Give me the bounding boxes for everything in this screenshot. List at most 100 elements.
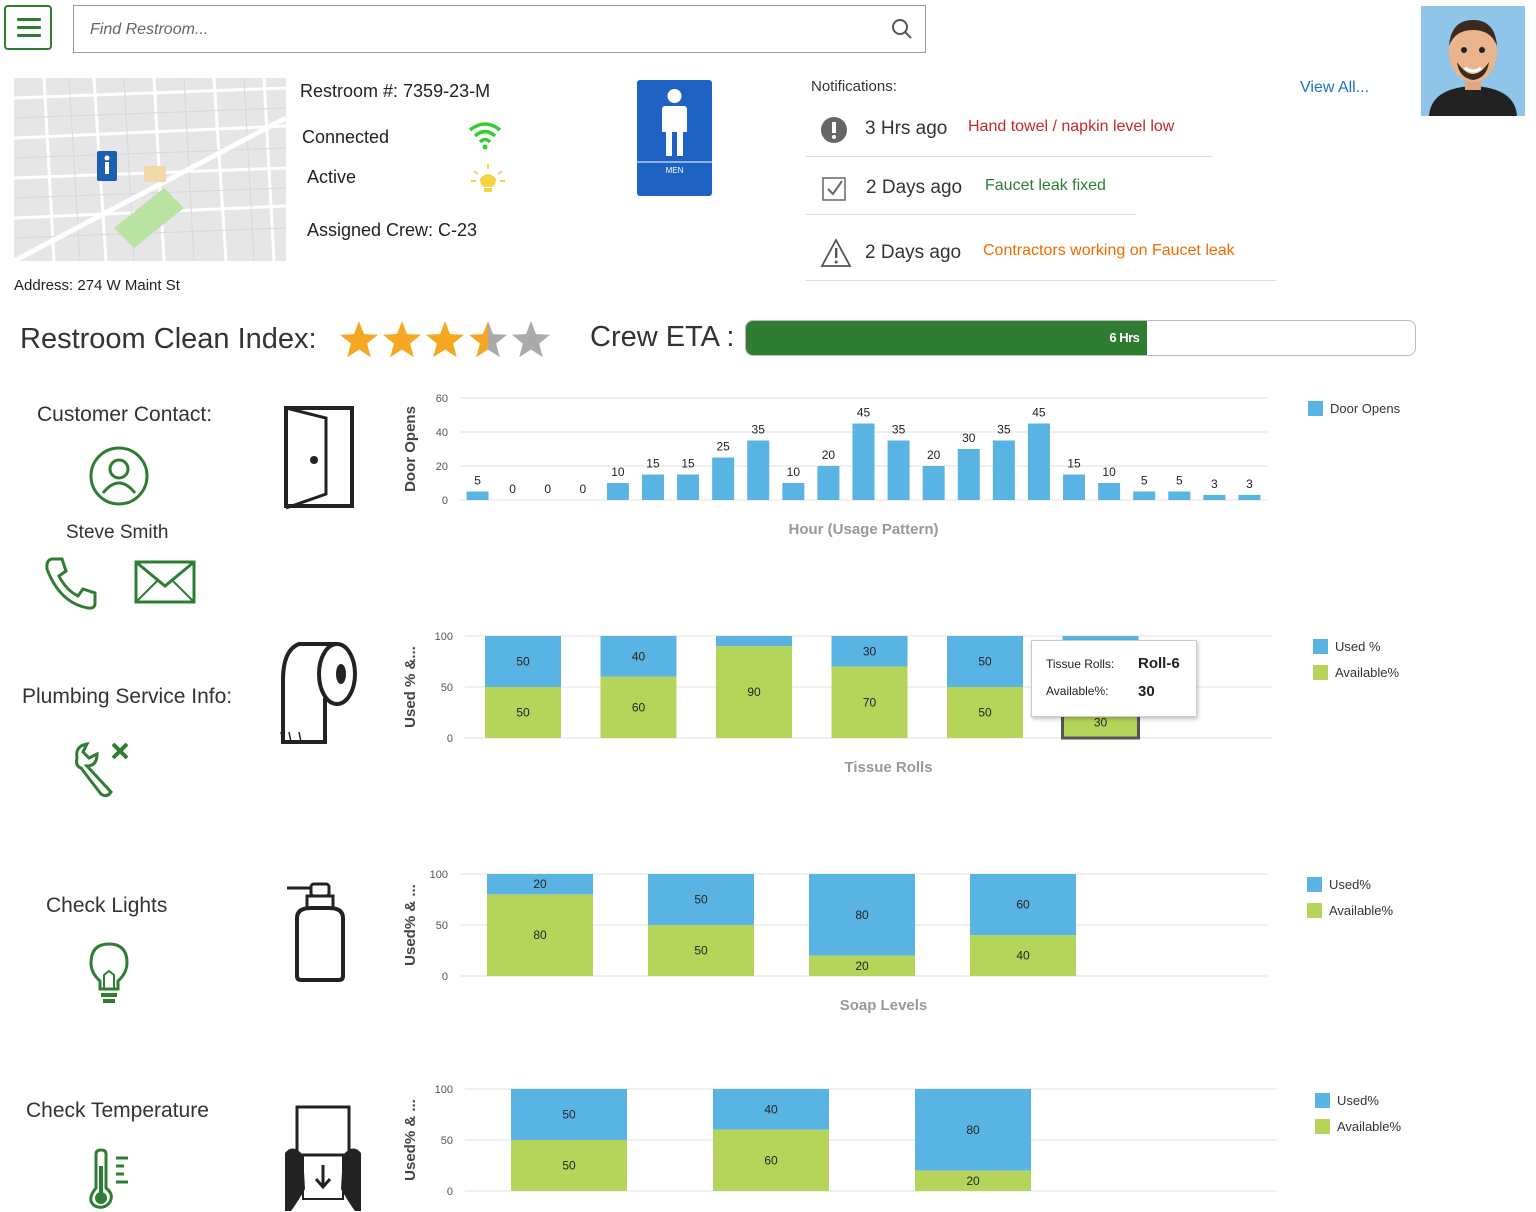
- bar[interactable]: [1238, 494, 1261, 500]
- legend-label[interactable]: Available%: [1337, 1119, 1402, 1134]
- notification-item[interactable]: 3 Hrs ago Hand towel / napkin level low: [806, 105, 1216, 157]
- used-value-label: 50: [978, 655, 992, 669]
- legend-swatch[interactable]: [1313, 639, 1328, 654]
- used-value-label: 80: [966, 1123, 980, 1137]
- thermometer-icon[interactable]: [84, 1148, 144, 1210]
- used-value-label: 50: [694, 893, 708, 907]
- available-value-label: 50: [978, 706, 992, 720]
- bar-value-label: 5: [1141, 474, 1148, 488]
- available-value-label: 20: [855, 959, 869, 973]
- bar[interactable]: [817, 466, 840, 500]
- star-icon: [383, 321, 421, 358]
- bar-value-label: 15: [646, 457, 660, 471]
- door-opens-chart: 0204060Door Opens 50 0 01015 152535102045352…: [402, 393, 1401, 538]
- bar-value-label: 30: [962, 431, 976, 445]
- bar[interactable]: [606, 483, 629, 500]
- y-axis-label: Used% & ...: [402, 884, 419, 966]
- crew-eta-label: Crew ETA :: [590, 321, 735, 353]
- clean-index-label: Restroom Clean Index:: [20, 323, 317, 355]
- active-bulb-icon: [471, 164, 505, 192]
- legend-label[interactable]: Used %: [1335, 639, 1381, 654]
- email-icon[interactable]: [134, 560, 196, 604]
- location-map[interactable]: [14, 78, 286, 261]
- available-value-label: 50: [562, 1159, 576, 1173]
- used-value-label: 50: [562, 1108, 576, 1122]
- lightbulb-icon[interactable]: [88, 941, 130, 1005]
- notifications-title: Notifications:: [811, 78, 897, 95]
- y-tick-label: 50: [436, 920, 448, 932]
- bar[interactable]: [1133, 491, 1156, 501]
- divider: [806, 156, 1213, 157]
- legend-swatch[interactable]: [1308, 401, 1323, 416]
- bar[interactable]: [712, 457, 735, 501]
- bar-value-label: 15: [681, 457, 695, 471]
- divider: [806, 214, 1136, 215]
- view-all-link[interactable]: View All...: [1300, 79, 1369, 97]
- door-icon: [284, 406, 354, 510]
- legend-label[interactable]: Used%: [1337, 1093, 1379, 1108]
- used-value-label: 80: [855, 908, 869, 922]
- search-box[interactable]: [73, 5, 926, 53]
- bar-value-label: 10: [787, 465, 801, 479]
- notification-message: Hand towel / napkin level low: [968, 118, 1175, 135]
- notification-item[interactable]: 2 Days ago Contractors working on Faucet…: [806, 225, 1276, 277]
- legend-swatch[interactable]: [1307, 877, 1322, 892]
- y-axis-label: Used% & ...: [402, 1099, 419, 1181]
- notification-message: Contractors working on Faucet leak: [983, 242, 1235, 259]
- menu-button[interactable]: [4, 5, 52, 50]
- legend-swatch[interactable]: [1313, 665, 1328, 680]
- crew-eta-value: 6 Hrs: [1109, 330, 1140, 345]
- bar[interactable]: [852, 423, 875, 501]
- tooltip-key: Tissue Rolls:: [1046, 657, 1115, 671]
- checkbox-icon: [822, 177, 846, 201]
- bar[interactable]: [1203, 494, 1226, 500]
- bar[interactable]: [747, 440, 770, 501]
- map-image: [14, 78, 286, 261]
- user-circle-icon[interactable]: [88, 445, 150, 507]
- legend-label[interactable]: Available%: [1335, 665, 1400, 680]
- phone-icon[interactable]: [42, 555, 100, 611]
- legend-label[interactable]: Available%: [1329, 903, 1394, 918]
- search-input[interactable]: [88, 18, 852, 42]
- legend-swatch[interactable]: [1307, 903, 1322, 918]
- bar[interactable]: [466, 491, 489, 501]
- bar[interactable]: [887, 440, 910, 501]
- search-icon[interactable]: [891, 18, 913, 40]
- bar[interactable]: [782, 483, 805, 500]
- legend-label[interactable]: Used%: [1329, 877, 1371, 892]
- bar[interactable]: [1063, 474, 1086, 501]
- legend-label[interactable]: Door Opens: [1330, 401, 1401, 416]
- y-axis-label: Door Opens: [402, 406, 419, 492]
- bar-value-label: 10: [1102, 465, 1116, 479]
- wrench-x-icon[interactable]: [71, 738, 135, 802]
- available-value-label: 70: [863, 695, 877, 709]
- available-value-label: 50: [516, 706, 530, 720]
- used-value-label: 50: [516, 655, 530, 669]
- star-icon: [469, 321, 507, 358]
- bar[interactable]: [992, 440, 1015, 501]
- avatar-image: [1421, 6, 1525, 116]
- sign-text: MEN: [665, 166, 684, 175]
- star-icon: [426, 321, 464, 358]
- available-value-label: 80: [533, 928, 547, 942]
- notifications-list: 3 Hrs ago Hand towel / napkin level low …: [806, 105, 1276, 285]
- y-tick-label: 0: [447, 1186, 453, 1198]
- bar[interactable]: [922, 466, 945, 500]
- bar[interactable]: [1027, 423, 1050, 501]
- star-icon: [340, 321, 378, 358]
- contact-name: Steve Smith: [66, 522, 169, 543]
- user-avatar[interactable]: [1421, 6, 1525, 116]
- bar[interactable]: [1098, 483, 1121, 500]
- legend-swatch[interactable]: [1315, 1093, 1330, 1108]
- star-icon: [512, 321, 550, 358]
- legend-swatch[interactable]: [1315, 1119, 1330, 1134]
- bar[interactable]: [677, 474, 700, 501]
- bar[interactable]: [641, 474, 664, 501]
- notification-item[interactable]: 2 Days ago Faucet leak fixed: [806, 161, 1136, 213]
- bar[interactable]: [1168, 491, 1191, 501]
- wifi-icon: [468, 122, 502, 150]
- used-bar[interactable]: [716, 636, 792, 647]
- bar[interactable]: [957, 449, 980, 500]
- used-value-label: 40: [764, 1102, 778, 1116]
- available-value-label: 40: [1016, 949, 1030, 963]
